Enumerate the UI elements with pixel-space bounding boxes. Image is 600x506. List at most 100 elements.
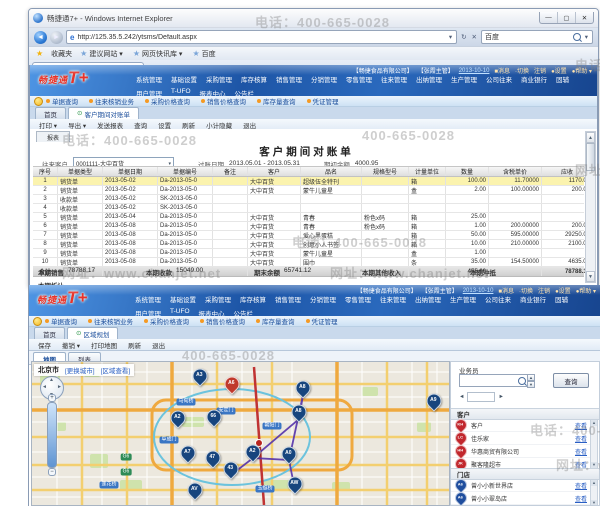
main-menu-item[interactable]: T-UFO [170, 308, 190, 316]
scroll-up-icon[interactable]: ▲ [591, 480, 597, 486]
toolbar-button[interactable]: 刷新 [128, 340, 141, 350]
main-menu-item[interactable]: 基础设置 [171, 74, 197, 84]
table-row[interactable]: 2 销货单 2013-05-02 Da-2013-05-0 大中百货 蒙牛儿童星… [33, 186, 584, 195]
refresh-icon[interactable]: ↻ [460, 33, 467, 41]
pager-value[interactable] [467, 392, 495, 402]
main-menu-item[interactable]: 公告栏 [234, 308, 254, 316]
map-canvas[interactable]: 北京市 [更换城市] [区域查看] ▲ ▼ ◄ ► + − 马甸桥 安定门 [31, 361, 450, 506]
pager-next-icon[interactable]: ► [498, 394, 503, 400]
close-button[interactable]: ✕ [575, 12, 593, 23]
customer-list-item[interactable]: LC 佳乐家 查看 [451, 432, 591, 445]
main-menu-item[interactable]: 公告栏 [235, 88, 255, 96]
report-scrollbar[interactable]: ▲ ▼ [585, 131, 596, 283]
main-menu-item[interactable]: 商业银行 [520, 294, 546, 304]
table-row[interactable]: 6 销货单 2013-05-08 Da-2013-05-0 大中百货 青春 粉色… [33, 222, 584, 231]
minimize-button[interactable]: — [540, 12, 557, 23]
quick-link-item[interactable]: 采购价格查询 [145, 96, 190, 106]
pager-prev-icon[interactable]: ◄ [459, 394, 464, 400]
search-icon[interactable] [518, 377, 526, 385]
toolbar-button[interactable]: 撤销 ▾ [62, 340, 80, 350]
search-engine-text[interactable]: 百度 [485, 32, 570, 42]
map-zoom-slider[interactable]: + − [47, 402, 57, 468]
search-box[interactable]: 百度 ▾ [481, 30, 593, 44]
main-menu-item[interactable]: 用户管理 [136, 88, 162, 96]
spinner-down-icon[interactable]: ▼ [527, 381, 535, 388]
store-list-item[interactable]: A6 曾小小翠岛店 查看 [451, 492, 591, 505]
maximize-button[interactable]: ▢ [557, 12, 575, 23]
table-row[interactable]: 8 销货单 2013-05-08 Da-2013-05-0 大中百货 创意小人书… [33, 240, 584, 249]
quick-link-item[interactable]: 往来核销业务 [88, 316, 133, 326]
main-menu-item[interactable]: 用户管理 [135, 308, 161, 316]
view-link[interactable]: 查看 [575, 421, 587, 430]
tab-statement[interactable]: ⊙ 客户期间对账单 [68, 107, 139, 119]
main-menu-item[interactable]: 出纳管理 [415, 294, 441, 304]
zoom-out-icon[interactable]: − [48, 468, 56, 476]
quick-link-item[interactable]: 单据查询 [45, 316, 77, 326]
favorites-item[interactable]: ★ 百度 [192, 49, 215, 59]
tab-home[interactable]: 首页 [35, 107, 66, 119]
main-menu-item[interactable]: 报表中心 [199, 308, 225, 316]
table-row[interactable]: 1 销货单 2013-05-02 Da-2013-05-0 大中百货 超级伍全特… [33, 177, 584, 186]
customer-list-item[interactable]: KH 客户 查看 [451, 419, 591, 432]
change-city-link[interactable]: [更换城市] [65, 365, 95, 375]
toolbar-button[interactable]: 退出 [243, 120, 256, 130]
quick-link-item[interactable]: 销售价格查询 [200, 316, 245, 326]
main-menu-item[interactable]: 采购管理 [206, 74, 232, 84]
url-dropdown-icon[interactable]: ▾ [448, 33, 453, 41]
favorites-item[interactable]: ★ 建议网站 ▾ [80, 49, 123, 59]
quick-link-item[interactable]: 库存量查询 [257, 96, 296, 106]
region-view-link[interactable]: [区域查看] [101, 365, 131, 375]
table-row[interactable]: 3 收款单 2013-05-02 SK-2013-05-0 [33, 195, 584, 204]
main-menu-item[interactable]: 固辅 [555, 294, 568, 304]
url-text[interactable]: http://125.35.5.242/ytsms/Default.aspx [77, 34, 444, 41]
view-link[interactable]: 查看 [575, 494, 587, 503]
back-button[interactable]: ◄ [34, 31, 47, 44]
main-menu-item[interactable]: 系统管理 [135, 294, 161, 304]
spinner-up-icon[interactable]: ▲ [527, 374, 535, 381]
table-row[interactable]: 7 销货单 2013-05-08 Da-2013-05-0 大中百货 爱心黑蛋糕… [33, 231, 584, 240]
main-menu-item[interactable]: 公司往来 [486, 74, 512, 84]
table-row[interactable]: 4 收款单 2013-05-02 SK-2013-05-0 [33, 204, 584, 213]
ie-titlebar[interactable]: 畅捷通7+ - Windows Internet Explorer — ▢ ✕ [29, 9, 598, 28]
quick-link-item[interactable]: 采购价格查询 [144, 316, 189, 326]
main-menu-item[interactable]: 出纳管理 [416, 74, 442, 84]
quick-link-item[interactable]: 凭证管理 [307, 96, 339, 106]
staff-search-input[interactable] [459, 374, 529, 387]
quick-link-item[interactable]: 销售价格查询 [201, 96, 246, 106]
customer-list-item[interactable]: HH 华惠商贸有限公司 查看 [451, 445, 591, 458]
main-menu-item[interactable]: 库存核算 [240, 294, 266, 304]
search-icon[interactable] [573, 33, 581, 41]
main-menu-item[interactable]: T-UFO [171, 88, 191, 96]
table-row[interactable]: 10 销货单 2013-05-08 Da-2013-05-0 大中百货 围巾 条… [33, 258, 584, 267]
scroll-up-icon[interactable]: ▲ [586, 132, 595, 143]
toolbar-button[interactable]: 打印地图 [91, 340, 117, 350]
view-link[interactable]: 查看 [575, 481, 587, 490]
staff-spinner[interactable]: ▲ ▼ [527, 374, 535, 387]
pan-left-icon[interactable]: ◄ [42, 385, 47, 390]
tab-home[interactable]: 首页 [34, 327, 65, 339]
quick-link-item[interactable]: 凭证管理 [306, 316, 338, 326]
main-menu-item[interactable]: 生产管理 [450, 294, 476, 304]
toolbar-button[interactable]: 发送报表 [97, 120, 123, 130]
pan-up-icon[interactable]: ▲ [49, 378, 54, 383]
quick-link-item[interactable]: 库存量查询 [256, 316, 295, 326]
store-list-item[interactable]: A6 曾小小新世界店 查看 [451, 479, 591, 492]
toolbar-button[interactable]: 查询 [134, 120, 147, 130]
main-menu-item[interactable]: 零售管理 [346, 74, 372, 84]
toolbar-button[interactable]: 刷新 [182, 120, 195, 130]
search-button[interactable]: 查询 [553, 373, 589, 388]
toolbar-button[interactable]: 导出 ▾ [68, 120, 86, 130]
main-menu-item[interactable]: 生产管理 [451, 74, 477, 84]
main-menu-item[interactable]: 基础设置 [170, 294, 196, 304]
main-menu-item[interactable]: 分销管理 [311, 74, 337, 84]
favorites-label[interactable]: 收藏夹 [51, 49, 72, 59]
pan-right-icon[interactable]: ► [57, 385, 62, 390]
main-menu-item[interactable]: 零售管理 [345, 294, 371, 304]
main-menu-item[interactable]: 销售管理 [275, 294, 301, 304]
store-list-scrollbar[interactable]: ▲ ▼ [590, 479, 598, 506]
main-menu-item[interactable]: 往来管理 [380, 294, 406, 304]
toolbar-button[interactable]: 退出 [152, 340, 165, 350]
view-link[interactable]: 查看 [575, 447, 587, 456]
tab-region-plan[interactable]: ⊙ 区域规划 [67, 327, 118, 339]
forward-button[interactable]: ► [50, 31, 63, 44]
